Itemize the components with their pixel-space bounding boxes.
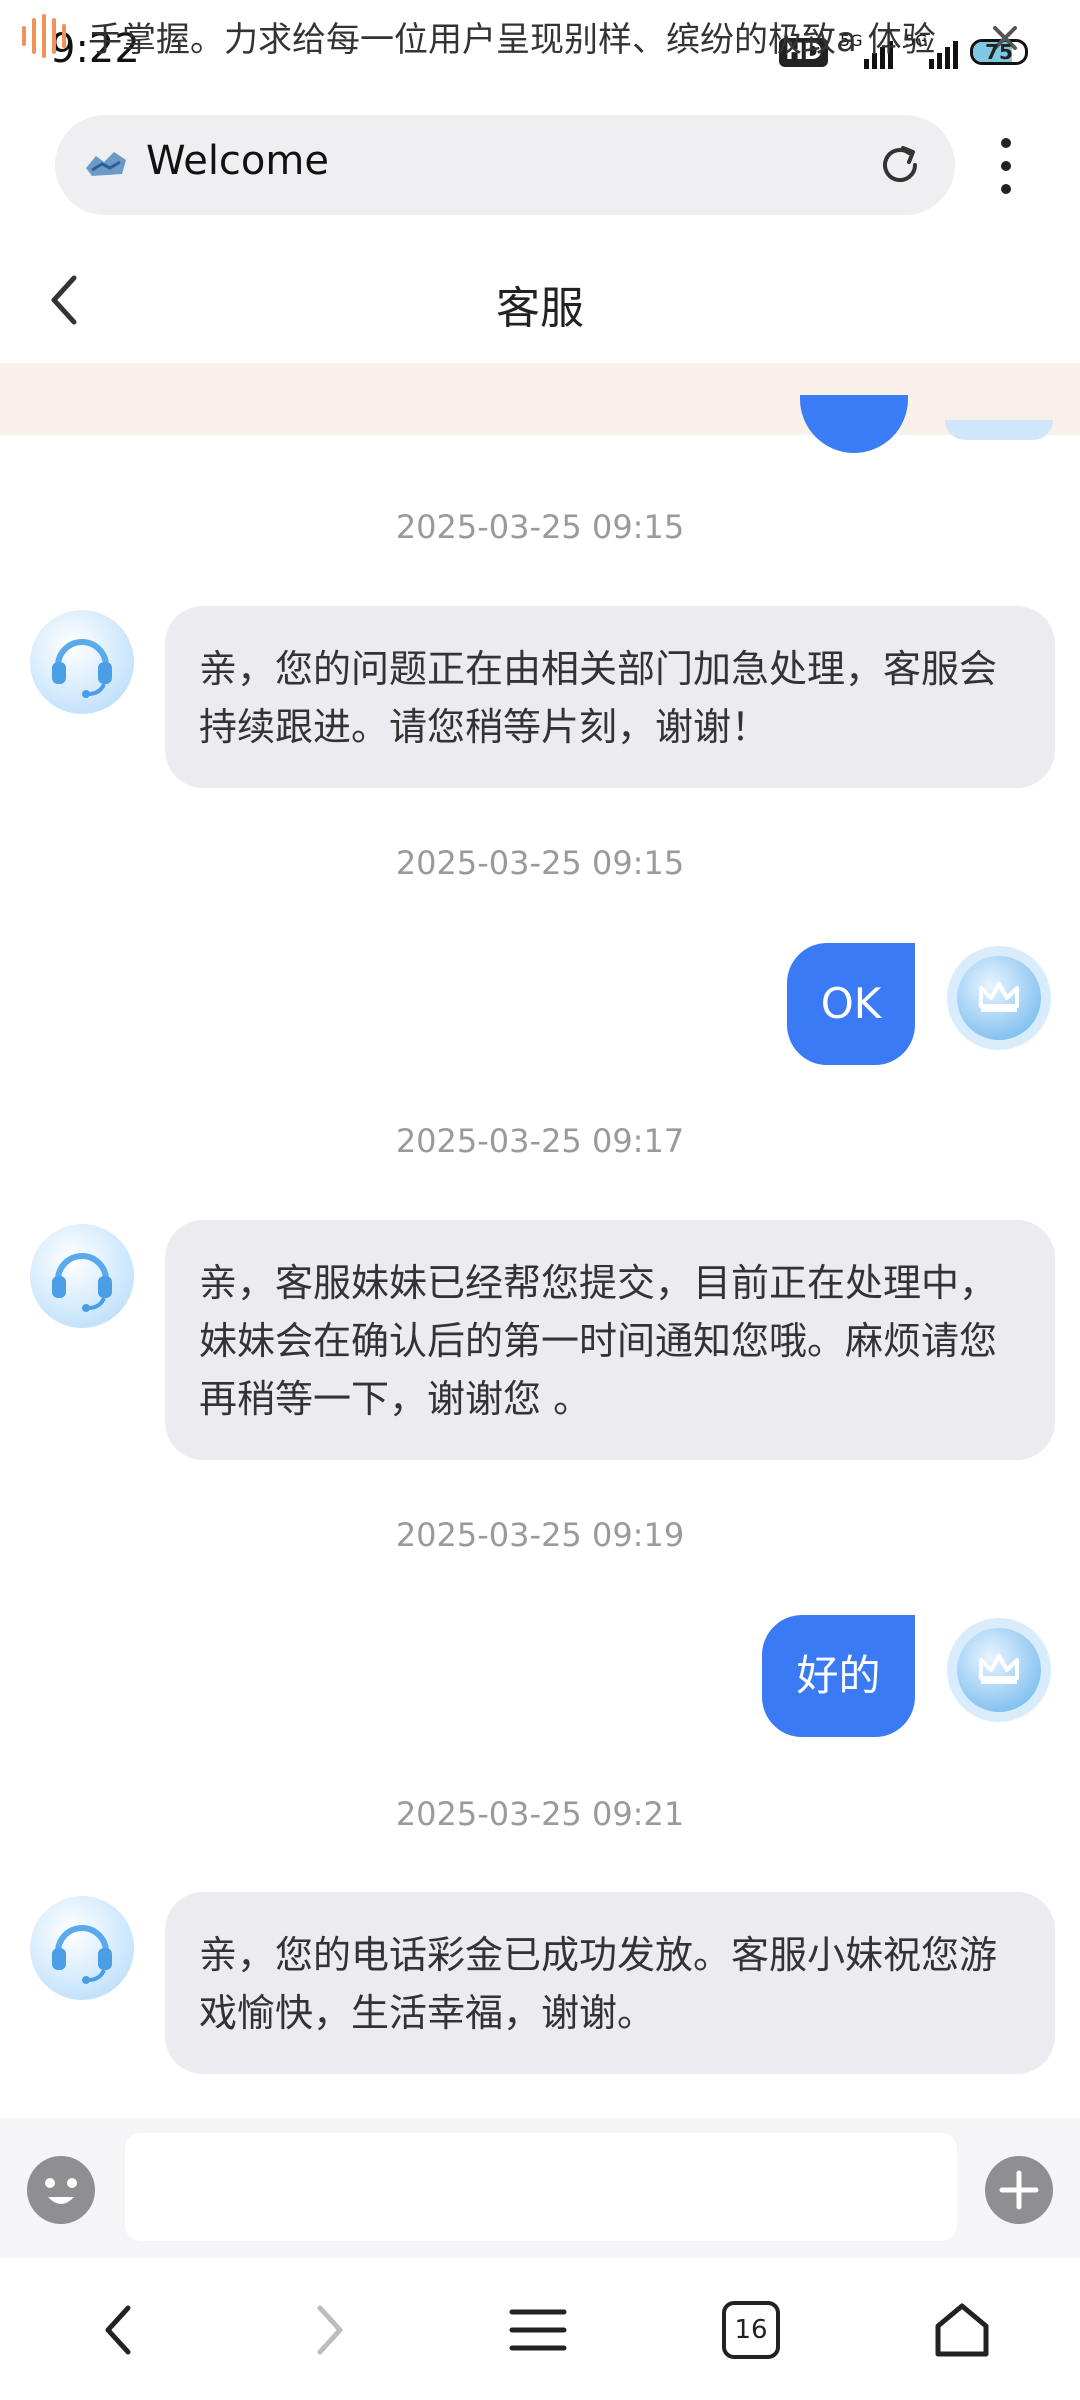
user-avatar-crown-icon [947, 1618, 1051, 1722]
message-timestamp: 2025-03-25 09:21 [395, 1795, 685, 1833]
user-message-bubble: 好的 [762, 1615, 915, 1737]
message-timestamp: 2025-03-25 09:19 [395, 1516, 685, 1554]
previous-bubble-fragment [800, 395, 908, 453]
support-agent-avatar [30, 1896, 134, 2000]
menu-icon[interactable] [506, 2298, 570, 2362]
support-agent-avatar [30, 610, 134, 714]
forward-icon[interactable] [296, 2298, 360, 2362]
reload-icon[interactable] [875, 140, 925, 190]
user-message-bubble: OK [787, 943, 915, 1065]
site-logo-icon [86, 152, 126, 176]
notice-text: 手掌握。力求给每一位用户呈现别样、缤纷的极致a 体验 [88, 20, 936, 60]
message-input[interactable] [125, 2133, 957, 2241]
page-title: 客服 [496, 283, 584, 334]
more-vert-icon[interactable] [990, 138, 1022, 194]
emoji-button[interactable] [26, 2155, 96, 2225]
tab-count: 16 [734, 2315, 768, 2345]
notice-bar [0, 363, 1080, 435]
user-avatar-crown-icon [947, 946, 1051, 1050]
previous-avatar-fragment [945, 420, 1053, 440]
tabs-icon[interactable]: 16 [722, 2301, 780, 2359]
url-text[interactable]: Welcome [146, 138, 329, 184]
support-agent-avatar [30, 1224, 134, 1328]
agent-message-bubble: 亲，您的问题正在由相关部门加急处理，客服会持续跟进。请您稍等片刻，谢谢！ [165, 606, 1055, 788]
message-timestamp: 2025-03-25 09:17 [395, 1122, 685, 1160]
sound-wave-icon [22, 14, 66, 58]
add-attachment-button[interactable] [984, 2155, 1054, 2225]
message-timestamp: 2025-03-25 09:15 [395, 508, 685, 546]
message-timestamp: 2025-03-25 09:15 [395, 844, 685, 882]
agent-message-bubble: 亲，客服妹妹已经帮您提交，目前正在处理中，妹妹会在确认后的第一时间通知您哦。麻烦… [165, 1220, 1055, 1460]
agent-message-bubble: 亲，您的电话彩金已成功发放。客服小妹祝您游戏愉快，生活幸福，谢谢。 [165, 1892, 1055, 2074]
home-icon[interactable] [930, 2298, 994, 2362]
back-icon[interactable] [88, 2298, 152, 2362]
